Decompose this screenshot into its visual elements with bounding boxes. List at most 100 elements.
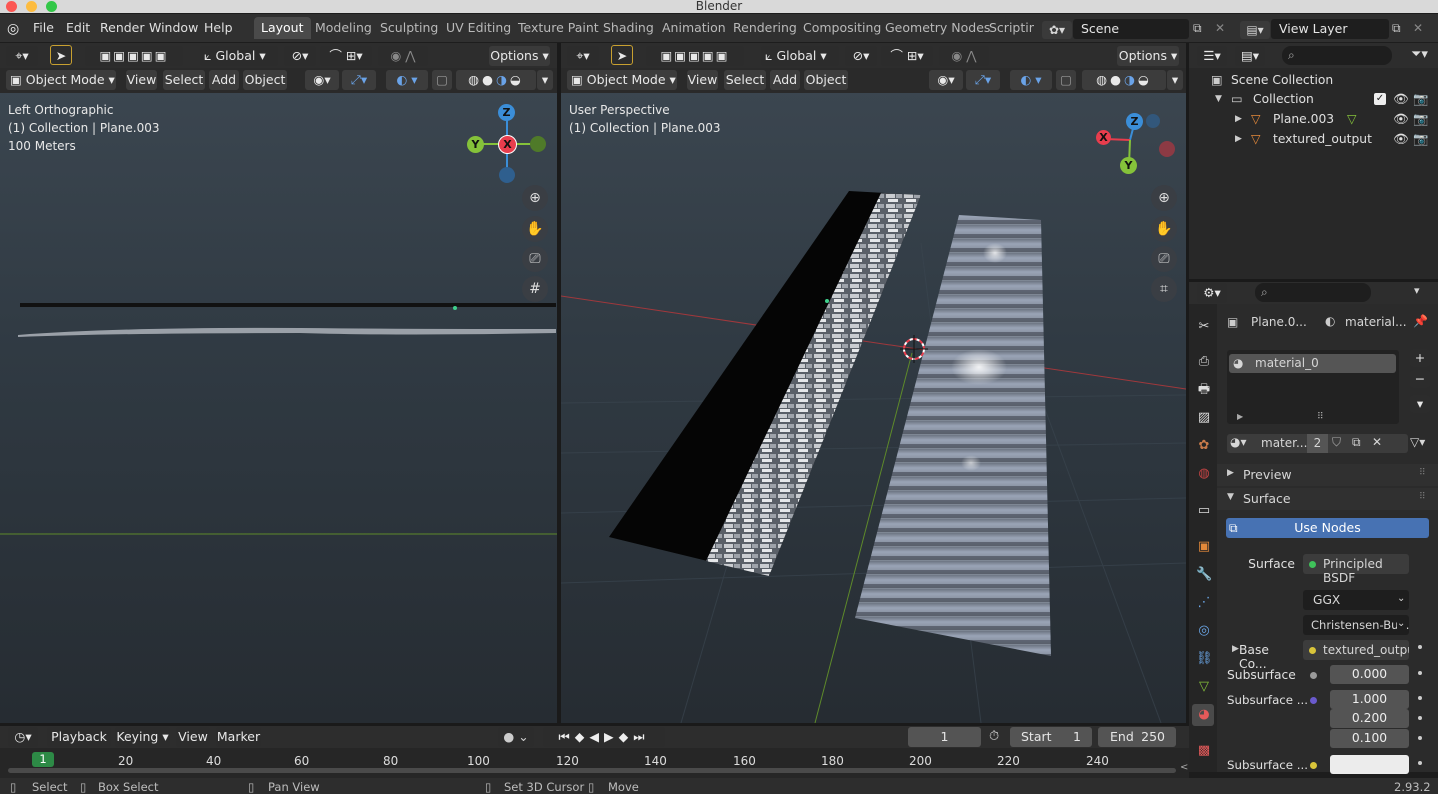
outliner-item-plane003[interactable]: ▶ ▽ Plane.003 ▽ 👁 📷 <box>1189 109 1437 129</box>
browse-material-icon[interactable]: ◕▾ <box>1230 435 1247 449</box>
maximize-window-button[interactable] <box>46 1 57 12</box>
camera-view-icon[interactable]: ⎚ <box>1151 246 1177 272</box>
properties-search-input[interactable]: ⌕ <box>1255 283 1371 302</box>
minimize-window-button[interactable] <box>26 1 37 12</box>
playback-menu[interactable]: Playback ▾ <box>47 727 111 764</box>
expand-arrow-icon[interactable]: ▼ <box>1215 89 1222 109</box>
tab-compositing[interactable]: Compositing <box>796 17 888 39</box>
subsurface-method-dropdown[interactable]: Christensen-Bur... ⌄ <box>1303 615 1409 635</box>
scene-name-field[interactable]: Scene <box>1073 19 1189 39</box>
unlink-material-icon[interactable]: ✕ <box>1372 435 1382 449</box>
distribution-dropdown[interactable]: GGX ⌄ <box>1303 590 1409 610</box>
tab-layout[interactable]: Layout <box>254 17 311 39</box>
texture-tab-icon[interactable]: ▩ <box>1196 743 1212 759</box>
selection-mode-icons[interactable]: ▣▣▣▣▣ <box>646 46 744 66</box>
tab-animation[interactable]: Animation <box>655 17 733 39</box>
tab-geometry-nodes[interactable]: Geometry Nodes <box>878 17 997 39</box>
tab-scripting[interactable]: Scripting <box>982 17 1034 39</box>
proportional-edit-icon[interactable]: ◉ ⋀ <box>939 46 989 66</box>
user-count-badge[interactable]: 2 <box>1307 434 1328 453</box>
slot-specials-dropdown[interactable]: ▾ <box>1410 395 1430 413</box>
timeline-marker-menu[interactable]: Marker <box>216 727 261 747</box>
overlay-toggle-icon[interactable]: ◐ ▾ <box>1010 70 1052 90</box>
material-slot-row[interactable]: ◕ material_0 <box>1229 354 1396 373</box>
scene-tab-icon[interactable]: ✿ <box>1196 438 1212 454</box>
scene-selector-icon[interactable]: ✿▾ <box>1042 21 1072 39</box>
proportional-edit-icon[interactable]: ◉ ⋀ <box>378 46 428 66</box>
visibility-icon[interactable]: ◉▾ <box>305 70 339 90</box>
playback-controls[interactable]: ⏮◆◀▶◆⏭ <box>543 727 665 747</box>
material-link-icon[interactable]: ▽▾ <box>1410 435 1425 449</box>
timeline-scrollbar[interactable] <box>8 768 1176 773</box>
pin-icon[interactable]: 📌 <box>1413 314 1428 328</box>
visibility-icon[interactable]: ◉▾ <box>929 70 963 90</box>
shading-mode-icons[interactable]: ◍●◑◒ <box>456 70 536 90</box>
base-color-texture-link[interactable]: textured_outpu... <box>1303 640 1409 660</box>
keying-menu[interactable]: Keying ▾ <box>115 727 170 747</box>
subsurface-radius-x[interactable]: 1.000 <box>1330 690 1409 709</box>
base-color-expand-icon[interactable]: ▶ <box>1232 644 1239 654</box>
tab-texture-paint[interactable]: Texture Paint <box>511 17 606 39</box>
shading-options-icon[interactable]: ▾ <box>537 70 553 90</box>
visibility-eye-icon[interactable]: 👁 <box>1393 89 1409 109</box>
perspective-toggle-icon[interactable]: ⌗ <box>1151 276 1177 302</box>
pivot-icon[interactable]: ⊘▾ <box>284 46 316 66</box>
remove-material-slot-button[interactable]: − <box>1410 370 1430 388</box>
pan-hand-icon[interactable]: ✋ <box>1151 216 1177 242</box>
object-tab-icon[interactable]: ▣ <box>1196 539 1212 555</box>
gizmo-x-label[interactable]: X <box>1096 130 1111 145</box>
properties-options-icon[interactable]: ▾ <box>1414 284 1420 297</box>
menu-render[interactable]: Render <box>100 20 145 35</box>
subsurface-radius-z[interactable]: 0.100 <box>1330 729 1409 748</box>
menu-select[interactable]: Select <box>724 70 766 90</box>
outliner-editor-type-icon[interactable]: ☰▾ <box>1197 46 1227 66</box>
tab-uv-editing[interactable]: UV Editing <box>439 17 518 39</box>
subsurface-radius-y[interactable]: 0.200 <box>1330 709 1409 728</box>
keyframe-dot[interactable] <box>1418 736 1422 740</box>
mode-dropdown[interactable]: ▣ Object Mode ▾ <box>567 70 677 90</box>
playhead-frame-badge[interactable]: 1 <box>32 752 54 767</box>
menu-file[interactable]: File <box>33 20 54 35</box>
output-tab-icon[interactable]: 🖶 <box>1196 382 1212 398</box>
sidebar-expand-icon[interactable]: < <box>1180 762 1188 773</box>
visibility-eye-icon[interactable]: 👁 <box>1393 129 1409 149</box>
blender-logo-icon[interactable]: ◎ <box>7 21 19 37</box>
drag-handle-icon[interactable]: ⠿ <box>1419 492 1426 502</box>
tab-shading[interactable]: Shading <box>596 17 661 39</box>
timeline-view-menu[interactable]: View <box>176 727 210 747</box>
subsurface-color-swatch[interactable] <box>1330 755 1409 774</box>
editor-type-icon[interactable]: ⌖▾ <box>6 46 38 66</box>
snap-icon[interactable]: ⌒ ⊞▾ <box>320 46 372 66</box>
drag-handle-icon[interactable]: ⠿ <box>1419 468 1426 478</box>
new-scene-icon[interactable]: ⧉ <box>1193 21 1211 37</box>
options-dropdown[interactable]: Options ▾ <box>489 46 550 66</box>
add-material-slot-button[interactable]: + <box>1410 349 1430 367</box>
mode-dropdown[interactable]: ▣ Object Mode ▾ <box>6 70 116 90</box>
filter-icon[interactable]: ⏷▾ <box>1411 47 1428 62</box>
tool-tab-icon[interactable]: ✂ <box>1196 319 1212 335</box>
start-frame-field[interactable]: Start 1 <box>1010 727 1092 747</box>
tab-rendering[interactable]: Rendering <box>726 17 804 39</box>
gizmo-toggle-icon[interactable]: ⤢▾ <box>342 70 376 90</box>
pan-hand-icon[interactable]: ✋ <box>522 216 548 242</box>
menu-edit[interactable]: Edit <box>66 20 90 35</box>
render-camera-icon[interactable]: 📷 <box>1413 89 1428 109</box>
zoom-icon[interactable]: ⊕ <box>522 185 548 211</box>
expand-list-icon[interactable]: ▶ <box>1237 412 1243 421</box>
menu-window[interactable]: Window <box>149 20 198 35</box>
menu-select[interactable]: Select <box>163 70 205 90</box>
stopwatch-icon[interactable]: ⏱ <box>989 729 999 744</box>
tab-modeling[interactable]: Modeling <box>308 17 379 39</box>
material-tab-icon[interactable]: ◕ <box>1196 707 1212 723</box>
menu-add[interactable]: Add <box>770 70 800 90</box>
world-tab-icon[interactable]: ◍ <box>1196 466 1212 482</box>
xray-icon[interactable]: ▢ <box>1056 70 1076 90</box>
outliner-item-textured-output[interactable]: ▶ ▽ textured_output 👁 📷 <box>1189 129 1437 149</box>
outliner-search-input[interactable]: ⌕ <box>1282 46 1392 65</box>
gizmo-z-label[interactable]: Z <box>1126 113 1143 130</box>
render-camera-icon[interactable]: 📷 <box>1413 109 1428 129</box>
preview-expand-icon[interactable]: ▶ <box>1227 468 1234 478</box>
close-window-button[interactable] <box>6 1 17 12</box>
options-dropdown[interactable]: Options ▾ <box>1117 46 1179 66</box>
current-frame-field[interactable]: 1 <box>908 727 981 747</box>
